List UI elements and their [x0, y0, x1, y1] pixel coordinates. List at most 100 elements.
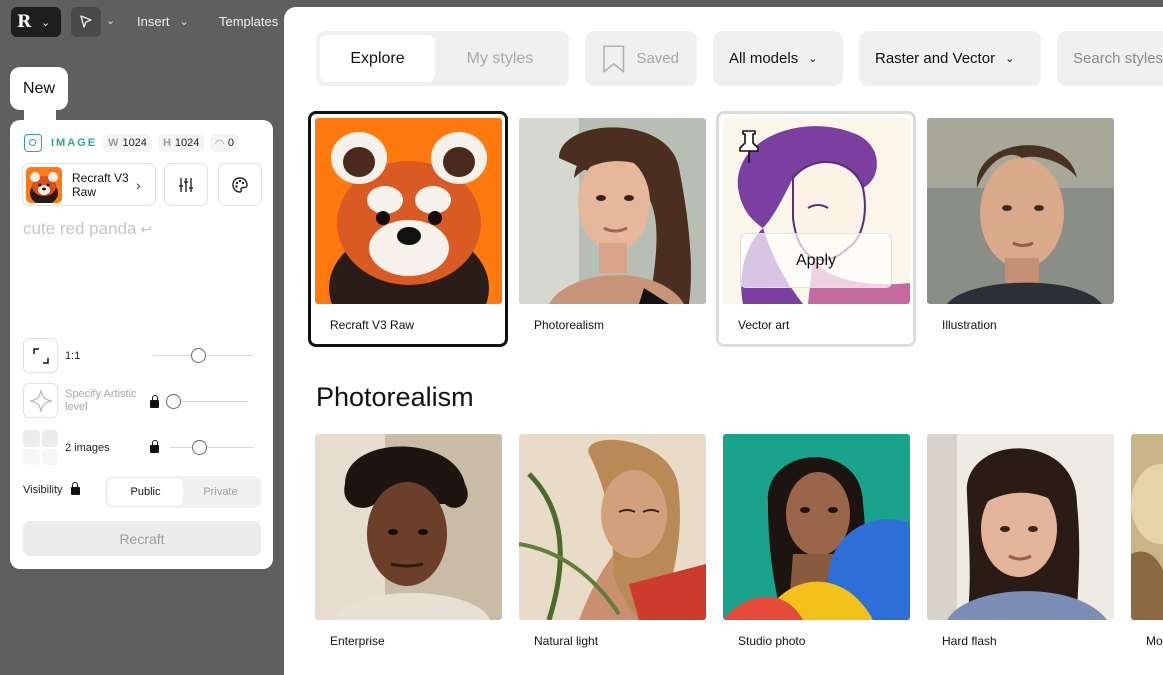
style-name: Studio photo — [738, 634, 806, 648]
image-settings-row: IMAGE W 1024 H 1024 ◠ 0 — [24, 134, 239, 152]
image-type-label: IMAGE — [51, 137, 98, 149]
prompt-input[interactable]: cute red panda ↩ — [23, 219, 152, 239]
chevron-down-icon: ⌄ — [808, 53, 818, 65]
style-thumbnail — [519, 434, 706, 620]
style-thumbnail — [927, 434, 1114, 620]
tab-my-styles[interactable]: My styles — [435, 35, 565, 82]
style-browser: Explore My styles Saved All models ⌄ Ras… — [284, 7, 1163, 675]
aspect-ratio-label: 1:1 — [65, 349, 81, 362]
chevron-down-icon: ⌄ — [41, 16, 51, 29]
style-thumbnail — [927, 118, 1114, 304]
style-name: Illustration — [942, 318, 997, 332]
lock-icon — [150, 440, 159, 453]
panel-resize-handle[interactable] — [271, 172, 285, 192]
artistic-level-row: Specify Artistic level — [23, 383, 140, 418]
style-card[interactable]: Photorealism — [519, 118, 706, 332]
height-key: H — [162, 137, 171, 149]
image-count-label: 2 images — [65, 441, 110, 454]
palette-icon — [232, 176, 248, 193]
width-value: 1024 — [122, 137, 147, 149]
search-styles-input[interactable]: Search styles — [1057, 31, 1163, 86]
style-thumbnail — [519, 118, 706, 304]
aspect-ratio-slider-knob[interactable] — [191, 348, 206, 363]
recraft-logo-icon: R — [17, 12, 32, 32]
insert-menu[interactable]: Insert ⌄ — [137, 14, 189, 29]
prompt-text: cute red panda — [23, 219, 137, 238]
style-thumbnail — [723, 434, 910, 620]
aspect-ratio-row: 1:1 — [23, 338, 80, 373]
style-name: Enterprise — [330, 634, 385, 648]
chevron-right-icon: › — [136, 176, 141, 193]
generation-panel: IMAGE W 1024 H 1024 ◠ 0 Recraft V3 Raw ›… — [10, 120, 273, 569]
settings-sliders-button[interactable] — [164, 163, 208, 206]
saved-filter-button[interactable]: Saved — [585, 31, 697, 86]
style-thumbnail — [315, 434, 502, 620]
artistic-level-label: Specify Artistic level — [65, 387, 137, 413]
search-placeholder: Search styles — [1073, 50, 1163, 67]
height-field[interactable]: H 1024 — [157, 134, 205, 152]
public-option[interactable]: Public — [108, 479, 183, 505]
model-thumbnail — [26, 166, 62, 203]
visibility-label: Visibility — [23, 484, 63, 496]
tool-chevron-down-icon[interactable]: ⌄ — [106, 14, 115, 27]
lock-icon — [70, 482, 80, 495]
saved-label: Saved — [636, 50, 679, 67]
style-card[interactable]: Studio photo — [723, 434, 910, 648]
visibility-toggle: Public Private — [105, 476, 261, 508]
style-thumbnail — [1131, 434, 1163, 620]
image-count-slider[interactable] — [170, 447, 253, 448]
models-filter-dropdown[interactable]: All models ⌄ — [713, 31, 843, 86]
model-name: Recraft V3 Raw — [72, 170, 129, 199]
image-count-row: 2 images — [23, 430, 110, 465]
cursor-arrow-icon — [80, 15, 92, 28]
style-card[interactable]: Recraft V3 Raw — [315, 118, 502, 332]
style-card[interactable]: Mo — [1131, 434, 1163, 648]
style-card[interactable]: Hard flash — [927, 434, 1114, 648]
insert-menu-label: Insert — [137, 14, 170, 29]
width-field[interactable]: W 1024 — [103, 134, 152, 152]
tab-explore[interactable]: Explore — [320, 35, 435, 82]
style-card[interactable]: Natural light — [519, 434, 706, 648]
image-icon — [24, 134, 42, 152]
style-name: Natural light — [534, 634, 599, 648]
sliders-icon — [179, 177, 193, 192]
enter-icon: ↩ — [140, 221, 153, 237]
chevron-down-icon: ⌄ — [179, 16, 189, 28]
new-frame-tab[interactable]: New — [10, 67, 68, 110]
style-name: Mo — [1146, 634, 1163, 648]
recraft-button[interactable]: Recraft — [23, 521, 261, 556]
section-title: Photorealism — [316, 382, 474, 412]
corner-radius-value: 0 — [227, 137, 234, 149]
bookmark-icon — [603, 44, 625, 73]
model-selector[interactable]: Recraft V3 Raw › — [22, 163, 156, 206]
style-name: Vector art — [738, 318, 790, 332]
chevron-down-icon: ⌄ — [1005, 53, 1015, 65]
width-key: W — [108, 137, 119, 149]
style-name: Photorealism — [534, 318, 605, 332]
visibility-row: Visibility — [23, 482, 80, 496]
format-filter-label: Raster and Vector — [875, 50, 996, 67]
style-name: Recraft V3 Raw — [330, 318, 415, 332]
style-thumbnail — [315, 118, 502, 304]
style-card[interactable]: Enterprise — [315, 434, 502, 648]
models-filter-label: All models — [729, 50, 799, 67]
format-filter-dropdown[interactable]: Raster and Vector ⌄ — [859, 31, 1041, 86]
pin-icon[interactable] — [736, 129, 762, 172]
select-tool-button[interactable] — [71, 7, 101, 37]
app-menu-button[interactable]: R ⌄ — [11, 7, 61, 37]
height-value: 1024 — [174, 137, 200, 149]
image-count-icon — [23, 430, 58, 465]
style-card[interactable]: Illustration — [927, 118, 1114, 332]
image-count-slider-knob[interactable] — [192, 440, 207, 455]
private-option[interactable]: Private — [183, 479, 258, 505]
templates-menu[interactable]: Templates — [219, 14, 278, 29]
artistic-level-button[interactable] — [23, 383, 58, 418]
lock-icon — [150, 395, 159, 408]
apply-style-button[interactable]: Apply — [740, 233, 892, 288]
style-tabs: Explore My styles — [316, 31, 569, 86]
color-palette-button[interactable] — [218, 163, 262, 206]
artistic-level-slider-knob[interactable] — [166, 394, 181, 409]
aspect-ratio-button[interactable] — [23, 338, 58, 373]
corner-radius-field[interactable]: ◠ 0 — [210, 134, 239, 152]
top-toolbar: R ⌄ ⌄ Insert ⌄ Templates — [0, 0, 290, 44]
